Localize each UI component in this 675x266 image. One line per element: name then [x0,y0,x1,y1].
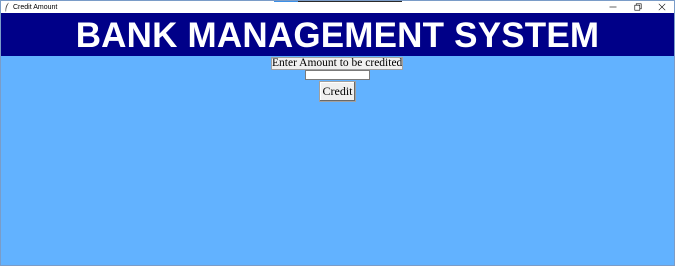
minimize-button[interactable] [601,1,625,13]
window-title: Credit Amount [13,4,58,11]
minimize-icon [609,6,617,8]
close-icon [658,3,666,11]
amount-prompt-label: Enter Amount to be credited: [271,57,403,70]
feather-icon [5,2,9,12]
credit-button[interactable]: Credit [319,81,356,102]
title-accent [274,1,298,2]
close-button[interactable] [650,1,674,13]
header-banner: BANK MANAGEMENT SYSTEM [1,13,674,56]
amount-input[interactable] [305,70,370,80]
banner-title: BANK MANAGEMENT SYSTEM [75,15,600,55]
title-bar[interactable]: Credit Amount [1,1,674,13]
restore-button[interactable] [626,1,650,13]
credit-amount-window: Credit Amount BANK MANAGEMENT SYSTEM Ent… [0,0,675,266]
restore-icon [634,3,642,11]
